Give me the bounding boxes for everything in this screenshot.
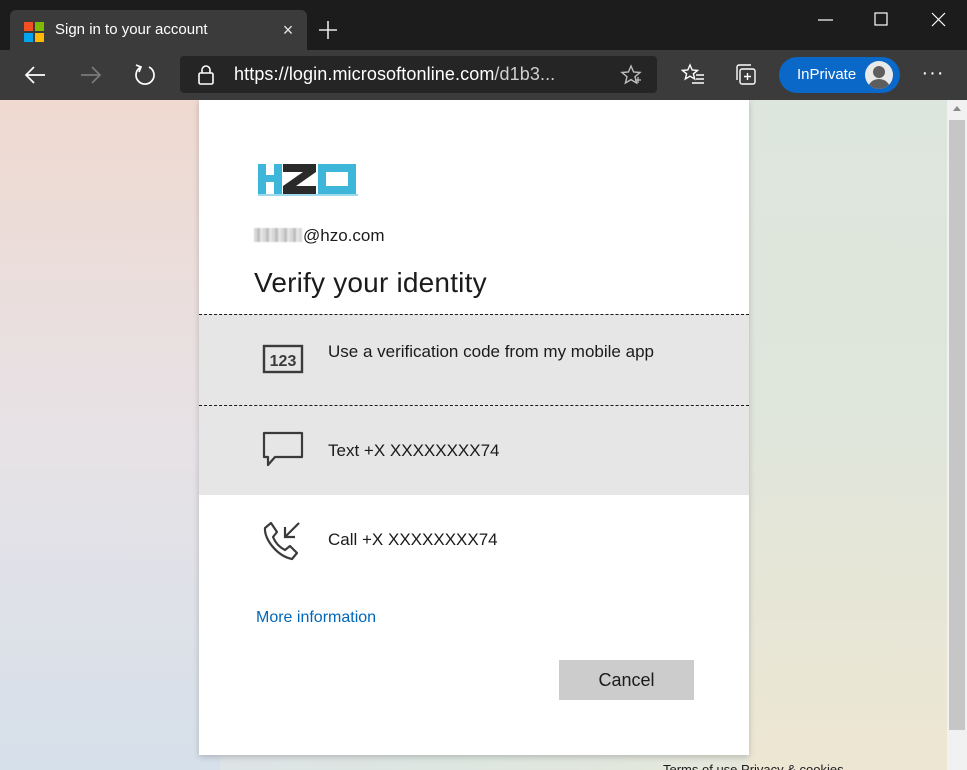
scroll-up-icon[interactable] — [953, 106, 961, 111]
lock-icon — [198, 65, 214, 85]
inprivate-label: InPrivate — [797, 66, 857, 83]
scrollbar-thumb[interactable] — [949, 120, 965, 730]
new-tab-button[interactable] — [315, 17, 341, 43]
url-path: /d1b3... — [494, 64, 556, 84]
hzo-logo — [258, 164, 358, 196]
microsoft-logo-icon — [24, 22, 44, 42]
close-icon — [931, 12, 946, 27]
address-bar[interactable]: https://login.microsoftonline.com/d1b3..… — [180, 56, 657, 93]
verification-code-icon: 123 — [262, 344, 304, 374]
background-left — [0, 100, 220, 770]
phone-call-icon — [263, 521, 300, 561]
url-text: https://login.microsoftonline.com/d1b3..… — [234, 64, 555, 85]
option-label: Use a verification code from my mobile a… — [328, 342, 654, 361]
favorites-icon[interactable] — [681, 63, 705, 87]
maximize-icon — [874, 12, 888, 26]
cancel-button[interactable]: Cancel — [559, 660, 694, 700]
chat-bubble-icon — [262, 431, 304, 467]
url-host: login.microsoftonline.com — [288, 64, 495, 84]
more-information-link[interactable]: More information — [256, 609, 376, 627]
maximize-button[interactable] — [861, 5, 901, 35]
settings-more-button[interactable]: ··· — [920, 62, 946, 88]
arrow-right-icon — [81, 66, 102, 84]
option-label: Text +X XXXXXXXX74 — [328, 441, 500, 460]
plus-icon — [319, 21, 337, 39]
account-email: @hzo.com — [254, 226, 385, 246]
footer-links[interactable]: Terms of use Privacy & cookies — [663, 762, 844, 770]
inprivate-button[interactable]: InPrivate — [779, 57, 900, 93]
favorite-star-icon[interactable] — [620, 64, 642, 86]
email-domain: @hzo.com — [303, 226, 385, 245]
window-close-button[interactable] — [918, 5, 958, 35]
option-label: Call +X XXXXXXXX74 — [328, 530, 498, 549]
option-verification-code[interactable]: 123 Use a verification code from my mobi… — [199, 314, 749, 406]
tab-sign-in[interactable]: Sign in to your account × — [10, 10, 307, 50]
user-avatar-icon — [868, 66, 890, 89]
background-right — [750, 100, 947, 770]
arrow-left-icon — [24, 66, 45, 84]
minimize-icon — [818, 19, 833, 21]
forward-button[interactable] — [78, 62, 104, 88]
option-phone-call[interactable]: Call +X XXXXXXXX74 — [199, 495, 749, 585]
minimize-button[interactable] — [806, 5, 846, 35]
refresh-icon — [135, 64, 155, 85]
page-viewport: @hzo.com Verify your identity 123 Use a … — [0, 100, 947, 770]
page-title: Verify your identity — [254, 267, 487, 298]
back-button[interactable] — [22, 62, 48, 88]
close-tab-icon[interactable]: × — [278, 20, 298, 40]
signin-card: @hzo.com Verify your identity 123 Use a … — [199, 100, 749, 755]
collections-icon[interactable] — [735, 63, 759, 87]
redacted-username — [254, 228, 302, 242]
browser-toolbar: https://login.microsoftonline.com/d1b3..… — [0, 50, 967, 100]
refresh-button[interactable] — [132, 62, 158, 88]
url-scheme: https:// — [234, 64, 289, 84]
avatar — [865, 61, 893, 89]
option-text-message[interactable]: Text +X XXXXXXXX74 — [199, 406, 749, 495]
svg-text:123: 123 — [270, 353, 297, 370]
tab-strip: Sign in to your account × — [0, 0, 967, 50]
scrollbar[interactable] — [947, 100, 967, 770]
tab-title: Sign in to your account — [55, 21, 208, 38]
